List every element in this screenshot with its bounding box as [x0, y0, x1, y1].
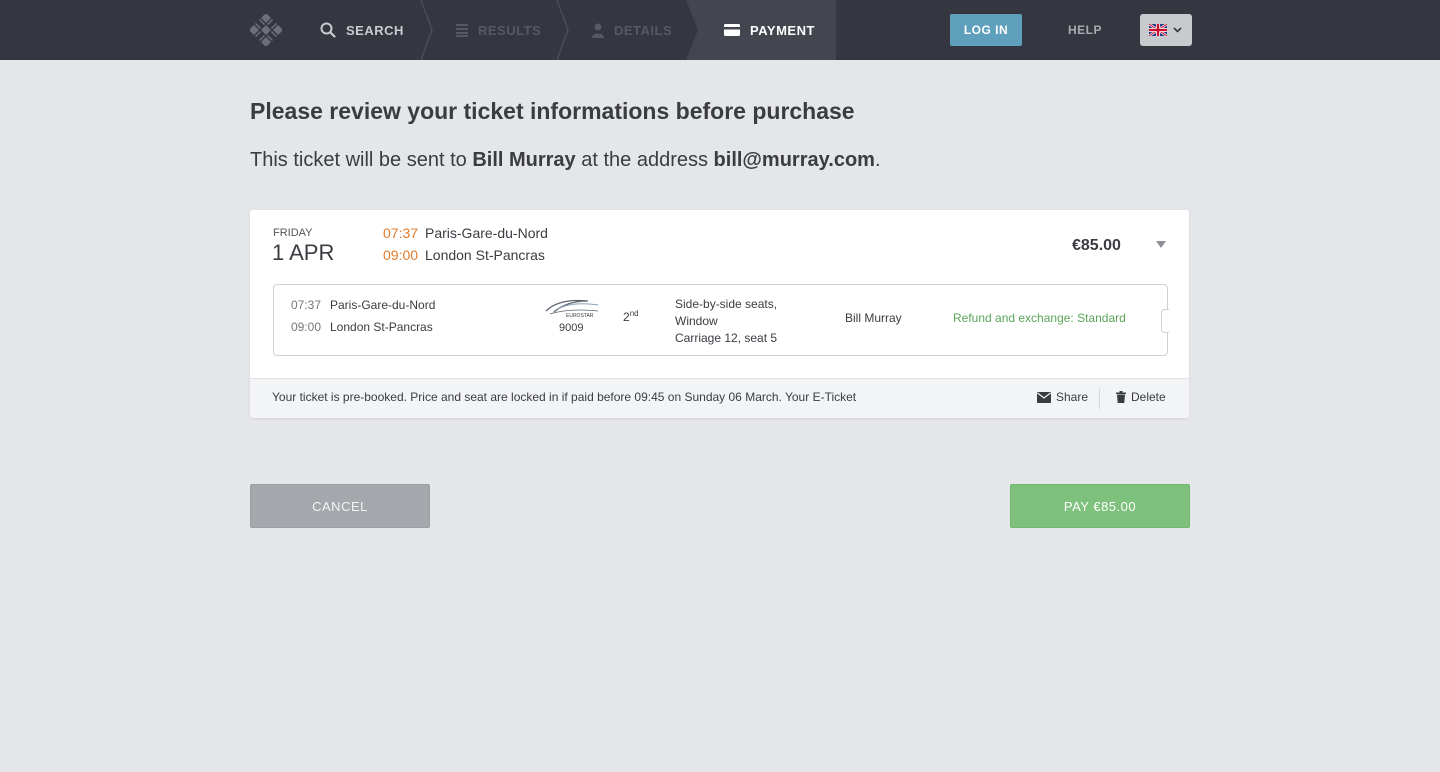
departure-station: Paris-Gare-du-Nord — [425, 225, 548, 241]
segment-departure-time: 07:37 — [291, 298, 322, 312]
page-title: Please review your ticket informations b… — [250, 98, 855, 124]
step-search[interactable]: SEARCH — [320, 0, 404, 60]
segment-arrival: 09:00 London St-Pancras — [291, 320, 433, 334]
pay-button[interactable]: PAY €85.00 — [1010, 484, 1190, 528]
uk-flag-icon — [1149, 24, 1167, 36]
class-suffix: nd — [629, 309, 639, 318]
ticket-day: FRIDAY — [273, 227, 313, 239]
card-icon — [724, 24, 740, 36]
logo-icon[interactable] — [250, 14, 282, 46]
language-selector[interactable] — [1140, 14, 1192, 46]
ticket-footer: Your ticket is pre-booked. Price and sea… — [250, 378, 1189, 418]
sent-prefix: This ticket will be sent to — [250, 149, 473, 171]
share-label: Share — [1056, 390, 1089, 404]
sent-suffix: . — [874, 149, 881, 171]
prebook-notice: Your ticket is pre-booked. Price and sea… — [272, 390, 857, 404]
top-bar: SEARCH RESULTS DETAILS PAYMENT LOG IN HE… — [0, 0, 1440, 60]
step-results: RESULTS — [456, 0, 541, 60]
departure-time: 07:37 — [383, 225, 419, 241]
passenger-name: Bill Murray — [845, 311, 902, 325]
segment-arrival-station: London St-Pancras — [330, 320, 433, 334]
segment-departure-station: Paris-Gare-du-Nord — [330, 298, 436, 312]
recipient-info: This ticket will be sent to Bill Murray … — [250, 149, 881, 172]
seat-info: Side-by-side seats, Window Carriage 12, … — [675, 296, 777, 347]
step-details-label: DETAILS — [614, 22, 673, 38]
seat-line-3: Carriage 12, seat 5 — [675, 331, 778, 345]
eurostar-logo-icon: EUROSTAR — [545, 299, 599, 319]
address-prefix: at the address — [575, 149, 714, 171]
divider — [1099, 388, 1100, 409]
list-icon — [456, 23, 468, 37]
help-link[interactable]: HELP — [1068, 23, 1102, 37]
arrival-station: London St-Pancras — [425, 247, 545, 263]
search-icon — [320, 22, 336, 38]
step-payment: PAYMENT — [686, 0, 836, 60]
segment-details: 07:37 Paris-Gare-du-Nord 09:00 London St… — [273, 284, 1169, 356]
step-separator — [556, 0, 569, 60]
caret-down-icon[interactable] — [1156, 241, 1166, 248]
arrival-time: 09:00 — [383, 247, 419, 263]
recipient-name: Bill Murray — [472, 149, 576, 171]
operator-name: EUROSTAR — [566, 313, 594, 319]
chevron-down-icon — [1173, 27, 1182, 33]
step-details: DETAILS — [592, 0, 672, 60]
share-button[interactable]: Share — [1037, 390, 1088, 404]
ticket-card: FRIDAY 1 APR 07:37 Paris-Gare-du-Nord 09… — [250, 210, 1189, 418]
step-payment-label: PAYMENT — [750, 22, 815, 38]
refund-policy: Refund and exchange: Standard — [953, 311, 1126, 325]
segment-arrival-time: 09:00 — [291, 320, 322, 334]
cancel-button[interactable]: CANCEL — [250, 484, 430, 528]
travel-class: 2nd — [623, 309, 639, 324]
step-results-label: RESULTS — [478, 22, 542, 38]
delete-label: Delete — [1131, 390, 1166, 404]
step-separator — [420, 0, 433, 60]
train-number: 9009 — [559, 322, 584, 334]
journey-arrival: 09:00 London St-Pancras — [383, 247, 545, 263]
step-search-label: SEARCH — [346, 22, 404, 38]
ticket-date: 1 APR — [272, 240, 335, 265]
delete-button[interactable]: Delete — [1116, 390, 1166, 404]
seat-line-2: Window — [675, 314, 718, 328]
user-icon — [592, 23, 604, 38]
journey-departure: 07:37 Paris-Gare-du-Nord — [383, 225, 548, 241]
class-number: 2 — [623, 310, 630, 324]
ticket-stub — [1161, 309, 1169, 333]
recipient-email: bill@murray.com — [713, 149, 875, 171]
segment-departure: 07:37 Paris-Gare-du-Nord — [291, 298, 435, 312]
seat-line-1: Side-by-side seats, — [675, 297, 778, 311]
ticket-price: €85.00 — [1072, 237, 1121, 254]
envelope-icon — [1037, 391, 1051, 403]
trash-icon — [1116, 391, 1126, 403]
login-button[interactable]: LOG IN — [950, 14, 1022, 46]
